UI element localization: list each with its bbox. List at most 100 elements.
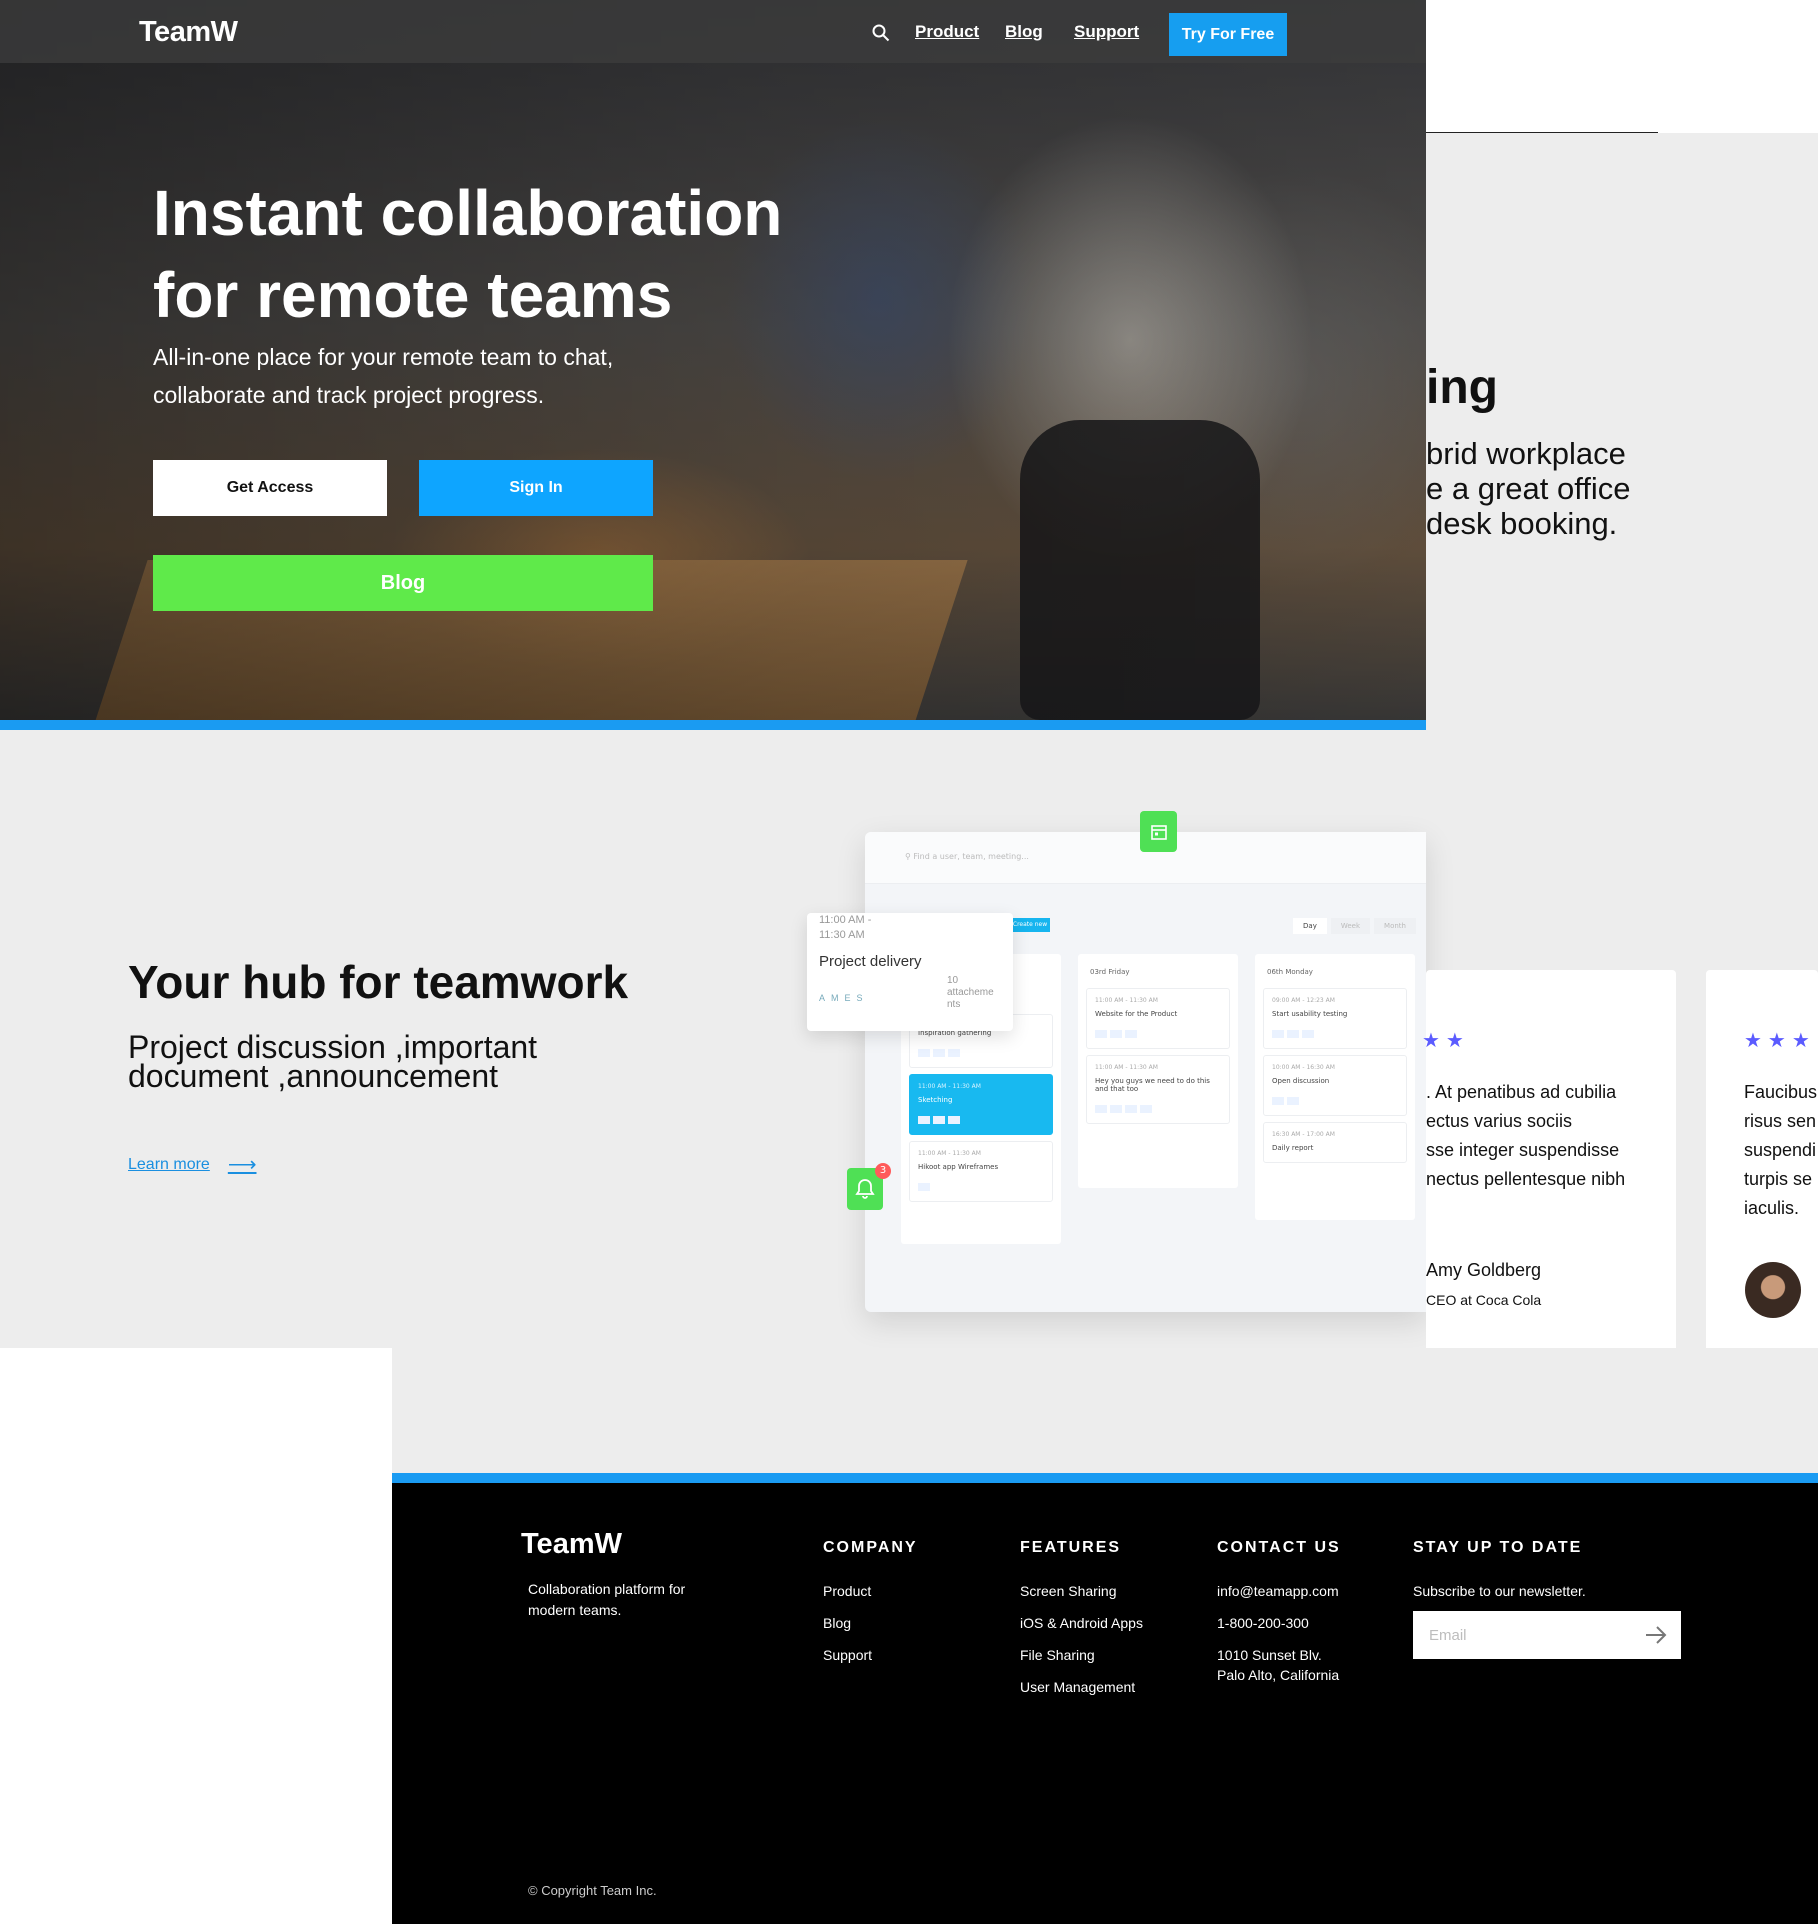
nav-product-link[interactable]: Product	[915, 22, 979, 42]
mock-view-tabs: Day Week Month	[1293, 918, 1416, 934]
footer-link-user-management[interactable]: User Management	[1020, 1678, 1143, 1696]
testimonial-text: . At penatibus ad cubilia ectus varius s…	[1426, 1078, 1625, 1194]
footer-features-column: FEATURES Screen Sharing iOS & Android Ap…	[1020, 1539, 1143, 1710]
arrow-right-icon: ⟶	[227, 1154, 257, 1176]
hero-title: Instant collaboration for remote teams	[153, 172, 853, 336]
divider	[1426, 132, 1658, 133]
card-attachments: 10 attacheme nts	[947, 975, 994, 1010]
testimonial-line: nectus pellentesque nibh	[1426, 1169, 1626, 1189]
footer: TeamW Collaboration platform for modern …	[392, 1483, 1818, 1924]
mock-card: 11:00 AM - 11:30 AM Website for the Prod…	[1086, 988, 1230, 1049]
hero-section: TeamW Product Blog Support Try For Free …	[0, 0, 1426, 730]
footer-link-support[interactable]: Support	[823, 1646, 918, 1664]
testimonial-card: ★★ . At penatibus ad cubilia ectus variu…	[1422, 970, 1676, 1352]
blog-button[interactable]: Blog	[153, 555, 653, 611]
testimonial-line: sse integer suspendisse	[1426, 1140, 1620, 1160]
hub-subtitle: Project discussion ,important document ,…	[128, 1031, 598, 1094]
mock-card-highlighted: 11:00 AM - 11:30 AM Sketching	[909, 1074, 1053, 1135]
footer-heading: CONTACT US	[1217, 1539, 1341, 1556]
testimonial-name: Amy Goldberg	[1426, 1260, 1542, 1280]
mock-card-title: Website for the Product	[1095, 1010, 1178, 1018]
star-rating: ★★	[1422, 1028, 1470, 1052]
card-time: 11:00 AM - 11:30 AM	[819, 914, 872, 941]
partial-heading: ing	[1426, 361, 1498, 414]
mock-card-title: Daily report	[1272, 1144, 1314, 1152]
avatar-initial: S	[856, 993, 863, 1003]
mock-search-placeholder: Find a user, team, meeting...	[913, 852, 1029, 861]
newsletter-text: Subscribe to our newsletter.	[1413, 1583, 1586, 1599]
mock-tab-day: Day	[1293, 918, 1327, 934]
email-field[interactable]	[1427, 1625, 1627, 1645]
footer-heading: COMPANY	[823, 1539, 918, 1556]
nav-blog-link[interactable]: Blog	[1005, 22, 1043, 42]
testimonial-line: turpis se	[1744, 1169, 1813, 1189]
avatar	[1745, 1262, 1801, 1318]
testimonial-role: CEO at Coca Cola	[1426, 1292, 1542, 1308]
mock-card: 10:00 AM - 16:30 AM Open discussion	[1263, 1055, 1407, 1116]
learn-more-label: Learn more	[128, 1155, 210, 1173]
mock-card-tags	[1095, 1105, 1221, 1113]
mock-tab-month: Month	[1374, 918, 1416, 934]
card-title: Project delivery	[819, 953, 922, 970]
avatar-initial: M	[831, 993, 839, 1003]
mock-tab-week: Week	[1330, 918, 1371, 934]
hero-subtitle: All-in-one place for your remote team to…	[153, 344, 614, 408]
testimonial-text: Faucibus risus sen suspendi turpis se ia…	[1744, 1078, 1817, 1223]
nav-support-link[interactable]: Support	[1074, 22, 1139, 42]
arrow-right-icon[interactable]	[1645, 1626, 1667, 1644]
search-icon[interactable]	[872, 24, 890, 42]
footer-newsletter-column: STAY UP TO DATE Subscribe to our newslet…	[1413, 1539, 1586, 1614]
hero-title-line: Instant collaboration	[153, 177, 783, 249]
hub-subtitle-line: document ,announcement	[128, 1058, 499, 1094]
testimonial-line: suspendi	[1744, 1140, 1817, 1160]
footer-heading: FEATURES	[1020, 1539, 1122, 1556]
try-for-free-button[interactable]: Try For Free	[1169, 13, 1287, 56]
testimonial-line: risus sen	[1744, 1111, 1817, 1131]
hero-accent-bar	[0, 720, 1426, 730]
card-avatars: A M E S	[819, 993, 863, 1003]
testimonial-card: ★★★ Faucibus risus sen suspendi turpis s…	[1706, 970, 1818, 1352]
footer-logo[interactable]: TeamW	[521, 1528, 622, 1561]
footer-address-line: 1010 Sunset Blv.	[1217, 1647, 1322, 1663]
footer-phone[interactable]: 1-800-200-300	[1217, 1614, 1341, 1632]
mock-card-tags	[918, 1116, 1044, 1124]
footer-link-blog[interactable]: Blog	[823, 1614, 918, 1632]
footer-link-product[interactable]: Product	[823, 1582, 918, 1600]
avatar-initial: A	[819, 993, 826, 1003]
mock-create-button: Create new	[1010, 918, 1050, 932]
mock-card-time: 10:00 AM - 16:30 AM	[1272, 1064, 1335, 1071]
mock-card: 09:00 AM - 12:23 AM Start usability test…	[1263, 988, 1407, 1049]
footer-accent-bar	[392, 1473, 1818, 1483]
project-delivery-card: 11:00 AM - 11:30 AM Project delivery 10 …	[807, 913, 1013, 1031]
footer-address-line: Palo Alto, California	[1217, 1667, 1340, 1683]
partial-line: e a great office	[1426, 471, 1631, 506]
hero-title-line: for remote teams	[153, 259, 673, 331]
mock-card-title: Start usability testing	[1272, 1010, 1348, 1018]
get-access-button[interactable]: Get Access	[153, 460, 387, 516]
avatar-initial: E	[844, 993, 851, 1003]
mock-column-title: 03rd Friday	[1090, 968, 1130, 976]
mock-card-tags	[1095, 1030, 1221, 1038]
mock-card-time: 11:00 AM - 11:30 AM	[1095, 997, 1158, 1004]
sign-in-button[interactable]: Sign In	[419, 460, 653, 516]
learn-more-link[interactable]: Learn more ⟶	[128, 1152, 257, 1177]
mock-card: 11:00 AM - 11:30 AM Hikoot app Wireframe…	[909, 1141, 1053, 1202]
mock-card-time: 11:00 AM - 11:30 AM	[918, 1150, 981, 1157]
logo[interactable]: TeamW	[139, 16, 238, 49]
footer-link-apps[interactable]: iOS & Android Apps	[1020, 1614, 1143, 1632]
hub-title: Your hub for teamwork	[128, 956, 629, 1008]
mock-column: 03rd Friday 11:00 AM - 11:30 AM Website …	[1078, 954, 1238, 1188]
mock-column-title: 06th Monday	[1267, 968, 1313, 976]
mock-card-time: 11:00 AM - 11:30 AM	[918, 1083, 981, 1090]
footer-link-file-sharing[interactable]: File Sharing	[1020, 1646, 1143, 1664]
blank-area	[0, 1348, 392, 1924]
notification-count-badge: 3	[875, 1163, 891, 1179]
footer-link-screen-sharing[interactable]: Screen Sharing	[1020, 1582, 1143, 1600]
top-right-area	[1426, 0, 1818, 133]
testimonial-line: . At penatibus ad cubilia	[1426, 1082, 1617, 1102]
partial-line: brid workplace	[1426, 436, 1626, 471]
mock-card-tags	[918, 1183, 1044, 1191]
mock-card-time: 09:00 AM - 12:23 AM	[1272, 997, 1335, 1004]
footer-email[interactable]: info@teamapp.com	[1217, 1582, 1341, 1600]
mock-card-tags	[1272, 1097, 1398, 1105]
